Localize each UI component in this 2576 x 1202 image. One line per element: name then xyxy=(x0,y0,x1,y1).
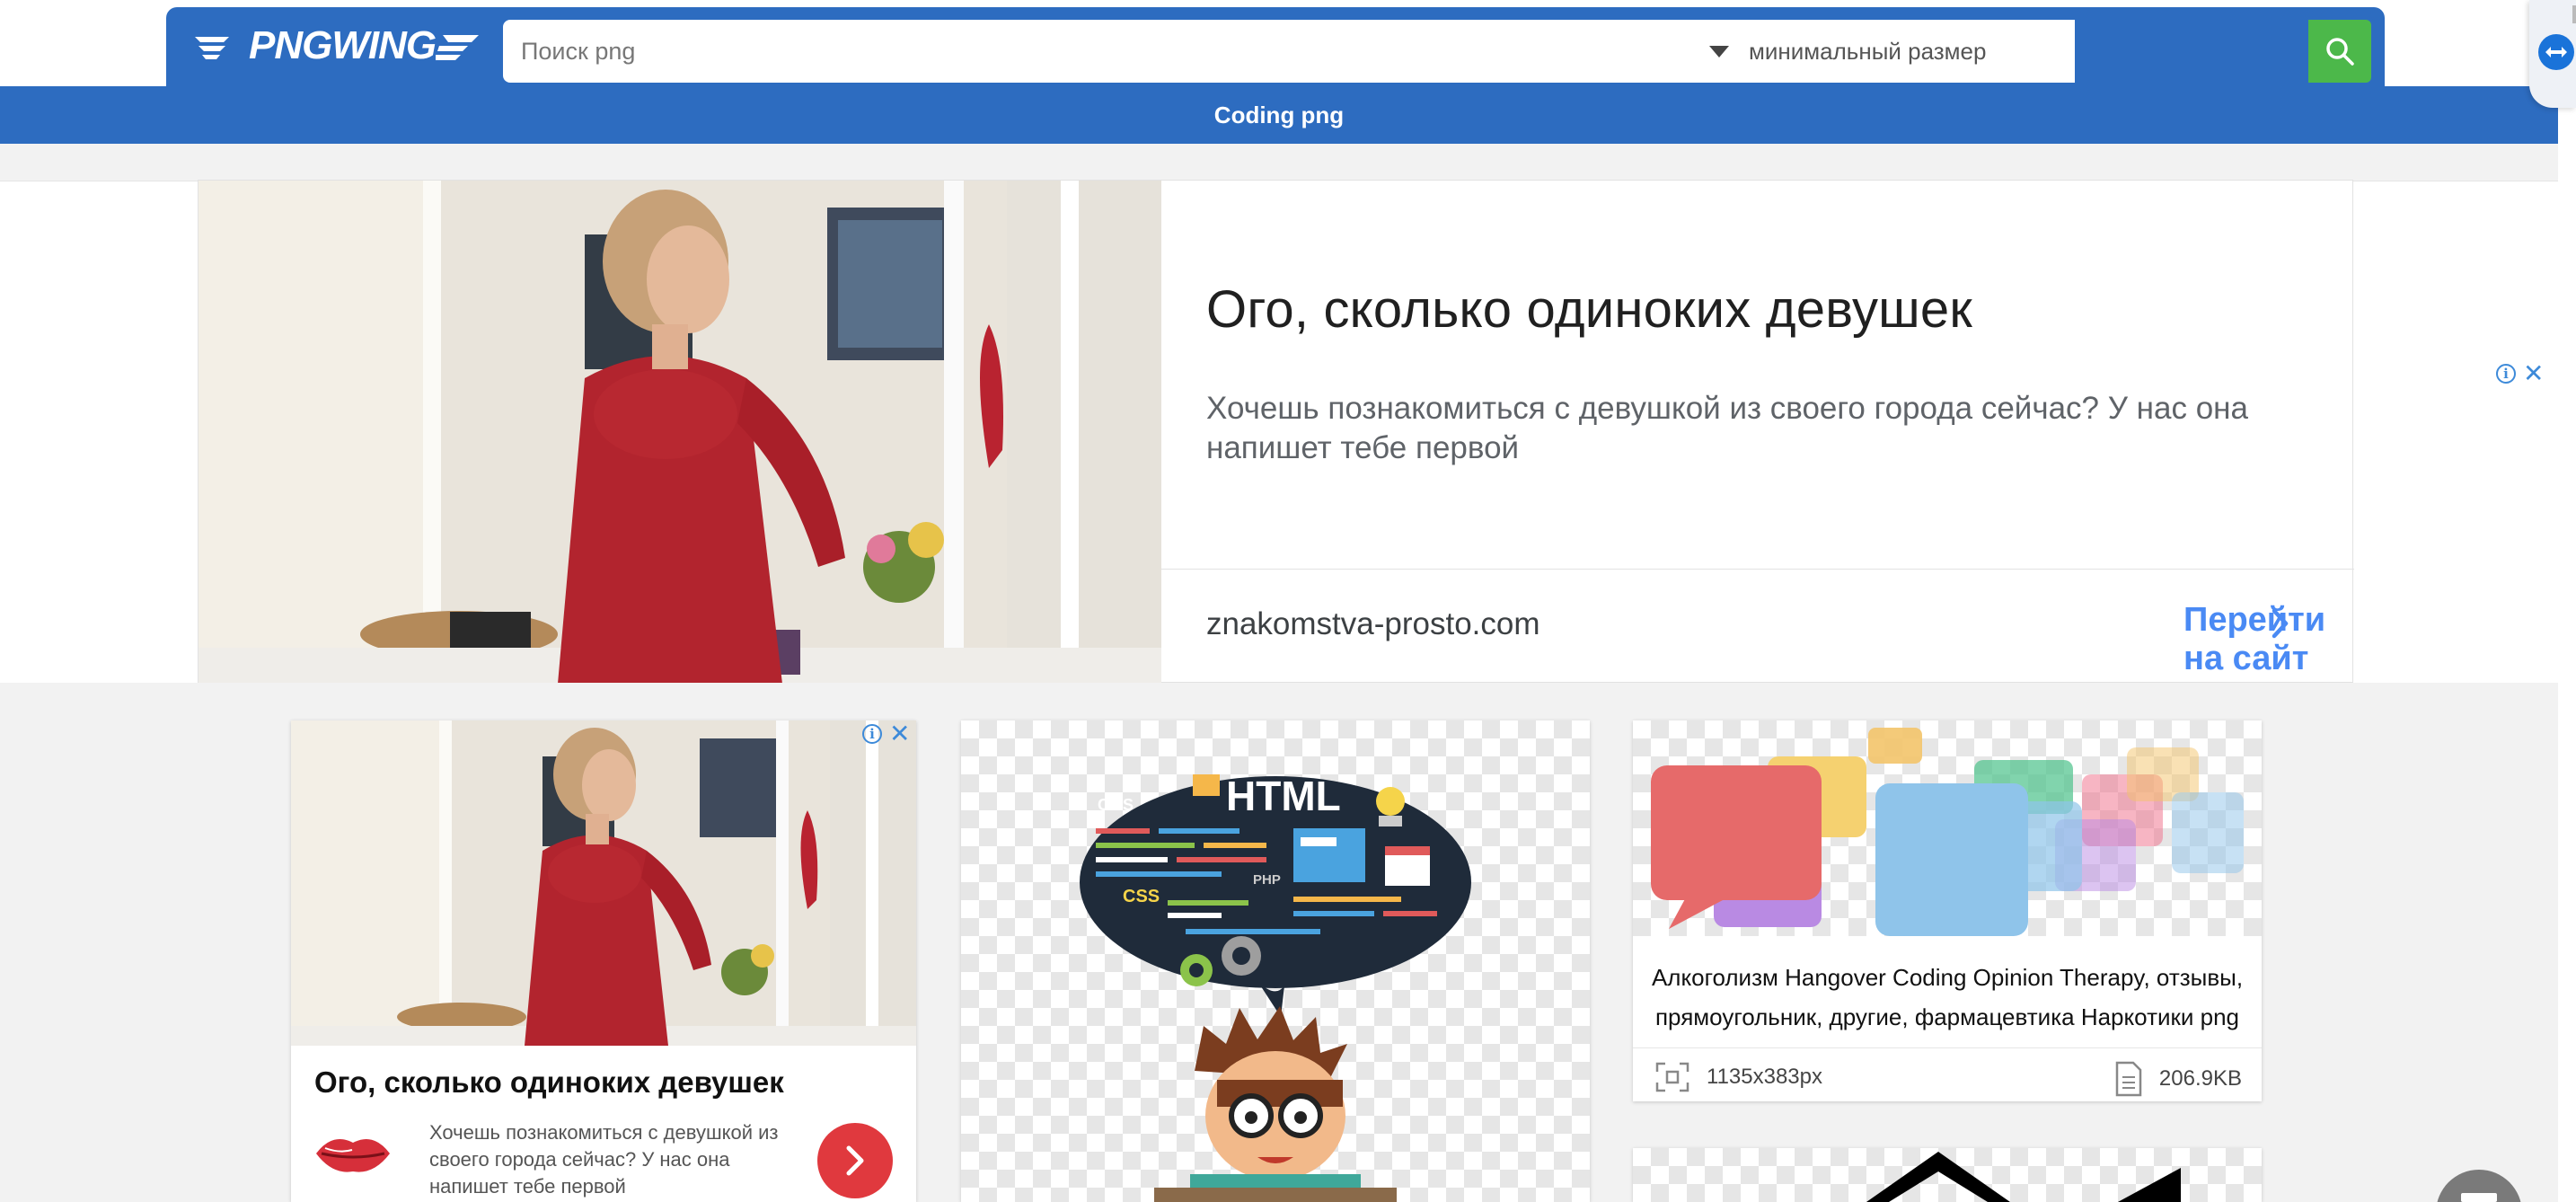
wing-icon xyxy=(195,37,229,59)
ad-divider xyxy=(1161,569,2354,570)
search-button[interactable] xyxy=(2308,20,2371,83)
pngwing-logo[interactable]: PNGWING xyxy=(193,23,484,68)
native-ad-card[interactable]: i ✕ Ого, сколько одиноких девушек Хочешь… xyxy=(291,720,916,1202)
ad-photo[interactable] xyxy=(291,720,916,1046)
result-card-arrows[interactable] xyxy=(1633,1148,2262,1202)
lips-icon xyxy=(316,1139,390,1172)
widget-edge xyxy=(2572,5,2576,23)
ad-headline[interactable]: Ого, сколько одиноких девушек xyxy=(314,1065,784,1100)
teamviewer-icon xyxy=(2538,34,2574,70)
logo-text: PNGWING xyxy=(249,23,437,67)
chevron-down-icon xyxy=(1709,45,1729,57)
result-image[interactable] xyxy=(1633,1148,2262,1202)
ad-description[interactable]: Хочешь познакомиться с девушкой из своег… xyxy=(1206,389,2320,468)
html-label: HTML xyxy=(1226,773,1341,819)
result-card-coding[interactable]: HTML CMS CSS PHP xyxy=(961,720,1590,1202)
ad-headline[interactable]: Ого, сколько одиноких девушек xyxy=(1206,279,1972,340)
search-box: минимальный размер xyxy=(503,20,2075,83)
wing-icon-right xyxy=(436,35,480,60)
chevron-right-icon xyxy=(846,1145,864,1176)
content-gap xyxy=(0,144,2558,181)
size-filter-select[interactable]: минимальный размер xyxy=(1693,20,2070,83)
banner-ad[interactable]: i ✕ Ого, сколько одиноких девушек Хочешь… xyxy=(198,180,2544,684)
ad-info-icon[interactable]: i xyxy=(862,724,882,744)
resolution-icon xyxy=(1655,1062,1689,1092)
coding-illustration[interactable]: HTML CMS CSS PHP xyxy=(961,720,1590,1202)
search-icon xyxy=(2326,38,2354,66)
ad-close-icon[interactable]: ✕ xyxy=(2523,361,2544,386)
result-card-bubbles[interactable]: Алкоголизм Hangover Coding Opinion Thera… xyxy=(1633,720,2262,1101)
ad-cta-link[interactable]: Перейти на сайт xyxy=(2183,601,2352,678)
page-title-bar: Coding png xyxy=(0,86,2558,144)
chevron-right-icon[interactable] xyxy=(2271,607,2290,640)
result-meta: 1135x383px 206.9KB xyxy=(1633,1047,2262,1101)
size-filter-label: минимальный размер xyxy=(1749,37,1987,65)
ad-photo[interactable] xyxy=(198,181,1161,684)
result-title[interactable]: Алкоголизм Hangover Coding Opinion Thera… xyxy=(1633,958,2262,1037)
file-size: 206.9KB xyxy=(2158,1066,2242,1091)
site-header: PNGWING минимальный размер xyxy=(166,7,2385,86)
cms-label: CMS xyxy=(1098,796,1134,814)
remote-support-widget[interactable] xyxy=(2529,0,2576,108)
filesize-info: 206.9KB xyxy=(2114,1061,2242,1097)
minimize-icon xyxy=(2461,1193,2497,1202)
page-title: Coding png xyxy=(1213,102,1345,128)
css-label: CSS xyxy=(1123,887,1160,906)
ad-description[interactable]: Хочешь познакомиться с девушкой из своег… xyxy=(429,1119,789,1200)
result-image[interactable] xyxy=(1633,720,2262,936)
adchoices[interactable]: i ✕ xyxy=(2496,361,2544,386)
ad-open-button[interactable] xyxy=(817,1123,893,1198)
ad-info-icon[interactable]: i xyxy=(2496,364,2516,384)
php-label: PHP xyxy=(1253,872,1281,888)
adchoices[interactable]: i ✕ xyxy=(862,721,910,747)
ad-close-icon[interactable]: ✕ xyxy=(889,721,910,747)
ad-domain[interactable]: znakomstva-prosto.com xyxy=(1206,606,1540,642)
image-dimensions: 1135x383px xyxy=(1707,1065,1822,1089)
file-icon xyxy=(2115,1061,2142,1097)
search-input[interactable] xyxy=(503,20,1671,83)
dimensions-info: 1135x383px xyxy=(1654,1061,1822,1093)
